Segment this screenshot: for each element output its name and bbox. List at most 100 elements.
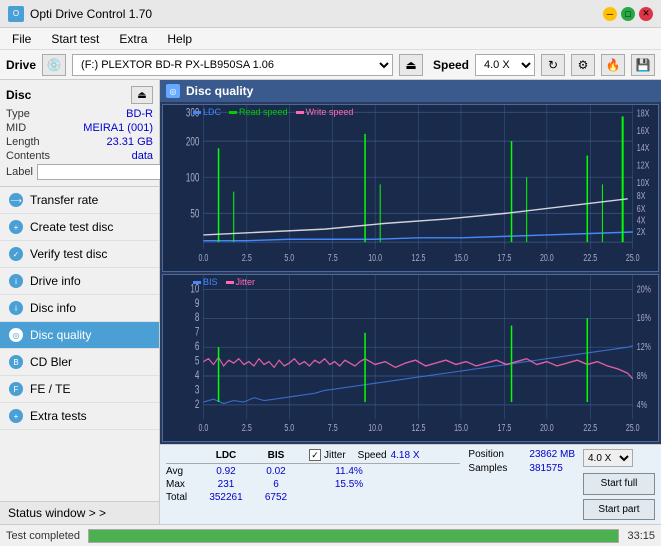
menubar: File Start test Extra Help <box>0 28 661 50</box>
stats-bis-header: BIS <box>251 450 301 461</box>
transfer-rate-icon: ⟶ <box>8 192 24 208</box>
eject-button[interactable]: ⏏ <box>399 54 423 76</box>
titlebar: O Opti Drive Control 1.70 ─ □ ✕ <box>0 0 661 28</box>
position-value: 23862 MB <box>529 449 575 460</box>
minimize-button[interactable]: ─ <box>603 7 617 21</box>
legend-write-speed: Write speed <box>296 107 354 117</box>
disc-type-row: Type BD-R <box>6 108 153 120</box>
refresh-button[interactable]: ↻ <box>541 54 565 76</box>
position-label: Position <box>468 449 523 460</box>
drivebar: Drive 💿 (F:) PLEXTOR BD-R PX-LB950SA 1.0… <box>0 50 661 80</box>
menu-help[interactable]: Help <box>163 30 196 48</box>
sidebar-item-verify-test-disc[interactable]: ✓ Verify test disc <box>0 241 159 268</box>
sidebar-item-extra-tests[interactable]: + Extra tests <box>0 403 159 430</box>
speed-label: Speed <box>433 58 469 72</box>
total-bis-value: 6752 <box>251 492 301 503</box>
svg-text:8: 8 <box>195 312 200 325</box>
sidebar-item-transfer-rate[interactable]: ⟶ Transfer rate <box>0 187 159 214</box>
svg-text:2X: 2X <box>637 226 646 238</box>
max-jitter-value: 15.5% <box>309 479 389 490</box>
svg-text:7.5: 7.5 <box>328 252 338 264</box>
speed-select[interactable]: 4.0 X <box>475 54 535 76</box>
svg-text:5.0: 5.0 <box>284 252 294 264</box>
drive-select[interactable]: (F:) PLEXTOR BD-R PX-LB950SA 1.06 <box>72 54 393 76</box>
status-text: Test completed <box>6 530 80 542</box>
jitter-legend-label: Jitter <box>236 277 256 287</box>
disc-panel: Disc ⏏ Type BD-R MID MEIRA1 (001) Length… <box>0 80 159 187</box>
svg-text:5.0: 5.0 <box>284 422 294 434</box>
disc-contents-value: data <box>132 150 153 162</box>
disc-type-value: BD-R <box>126 108 153 120</box>
svg-text:17.5: 17.5 <box>498 422 512 434</box>
jitter-checkbox[interactable]: ✓ <box>309 449 321 461</box>
svg-text:6X: 6X <box>637 203 646 215</box>
settings-button[interactable]: ⚙ <box>571 54 595 76</box>
sidebar-label-cd-bler: CD Bler <box>30 355 72 369</box>
legend-read-speed: Read speed <box>229 107 288 117</box>
sidebar-item-cd-bler[interactable]: B CD Bler <box>0 349 159 376</box>
svg-text:25.0: 25.0 <box>626 252 640 264</box>
start-part-button[interactable]: Start part <box>583 499 655 521</box>
maximize-button[interactable]: □ <box>621 7 635 21</box>
avg-bis-value: 0.02 <box>251 466 301 477</box>
max-ldc-value: 231 <box>201 479 251 490</box>
close-button[interactable]: ✕ <box>639 7 653 21</box>
avg-ldc-value: 0.92 <box>201 466 251 477</box>
jitter-legend-dot <box>226 281 234 284</box>
sidebar: Disc ⏏ Type BD-R MID MEIRA1 (001) Length… <box>0 80 160 524</box>
samples-row: Samples 381575 <box>468 463 575 474</box>
chart1-legend: LDC Read speed Write speed <box>193 107 353 117</box>
sidebar-label-create-test-disc: Create test disc <box>30 220 113 234</box>
avg-row-label: Avg <box>166 466 201 477</box>
disc-panel-header: Disc ⏏ <box>6 86 153 104</box>
avg-jitter-value: 11.4% <box>309 466 389 477</box>
disc-panel-title: Disc <box>6 88 31 102</box>
cd-bler-icon: B <box>8 354 24 370</box>
bis-legend-dot <box>193 281 201 284</box>
svg-text:15.0: 15.0 <box>454 422 468 434</box>
sidebar-item-disc-info[interactable]: i Disc info <box>0 295 159 322</box>
sidebar-item-fe-te[interactable]: F FE / TE <box>0 376 159 403</box>
disc-contents-label: Contents <box>6 150 50 162</box>
svg-text:8X: 8X <box>637 190 646 202</box>
max-row-label: Max <box>166 479 201 490</box>
svg-text:100: 100 <box>186 172 200 185</box>
svg-text:18X: 18X <box>637 107 650 119</box>
svg-text:16X: 16X <box>637 125 650 137</box>
svg-text:12%: 12% <box>637 341 651 353</box>
stats-area: LDC BIS ✓ Jitter Speed 4.18 X Avg 0.92 0… <box>160 444 661 524</box>
svg-text:10.0: 10.0 <box>368 252 382 264</box>
sidebar-item-create-test-disc[interactable]: + Create test disc <box>0 214 159 241</box>
disc-quality-panel: ◎ Disc quality LDC Read speed <box>160 80 661 524</box>
menu-extra[interactable]: Extra <box>115 30 151 48</box>
burn-button[interactable]: 🔥 <box>601 54 625 76</box>
menu-file[interactable]: File <box>8 30 35 48</box>
start-full-button[interactable]: Start full <box>583 473 655 495</box>
sidebar-label-fe-te: FE / TE <box>30 382 70 396</box>
chart1-svg: 300 200 100 50 0.0 2.5 5.0 7.5 10.0 12.5… <box>163 105 658 271</box>
chart1-wrapper: LDC Read speed Write speed <box>162 104 659 272</box>
sidebar-item-disc-quality[interactable]: ◎ Disc quality <box>0 322 159 349</box>
disc-label-input[interactable] <box>37 164 175 180</box>
content-area: ◎ Disc quality LDC Read speed <box>160 80 661 524</box>
disc-eject-button[interactable]: ⏏ <box>131 86 153 104</box>
svg-text:20%: 20% <box>637 283 651 295</box>
position-area: Position 23862 MB Samples 381575 <box>468 449 575 520</box>
speed-select-stats[interactable]: 4.0 X <box>583 449 633 467</box>
save-button[interactable]: 💾 <box>631 54 655 76</box>
status-time: 33:15 <box>627 530 655 542</box>
disc-length-value: 23.31 GB <box>107 136 153 148</box>
disc-quality-header-icon: ◎ <box>166 84 180 98</box>
svg-text:2: 2 <box>195 399 200 412</box>
status-window-button[interactable]: Status window > > <box>0 501 159 524</box>
jitter-label: Jitter <box>324 450 346 461</box>
menu-start-test[interactable]: Start test <box>47 30 103 48</box>
drive-label: Drive <box>6 58 36 72</box>
svg-text:2.5: 2.5 <box>242 422 252 434</box>
svg-text:22.5: 22.5 <box>583 252 597 264</box>
sidebar-item-drive-info[interactable]: i Drive info <box>0 268 159 295</box>
verify-test-disc-icon: ✓ <box>8 246 24 262</box>
disc-length-row: Length 23.31 GB <box>6 136 153 148</box>
svg-text:17.5: 17.5 <box>498 252 512 264</box>
disc-length-label: Length <box>6 136 40 148</box>
